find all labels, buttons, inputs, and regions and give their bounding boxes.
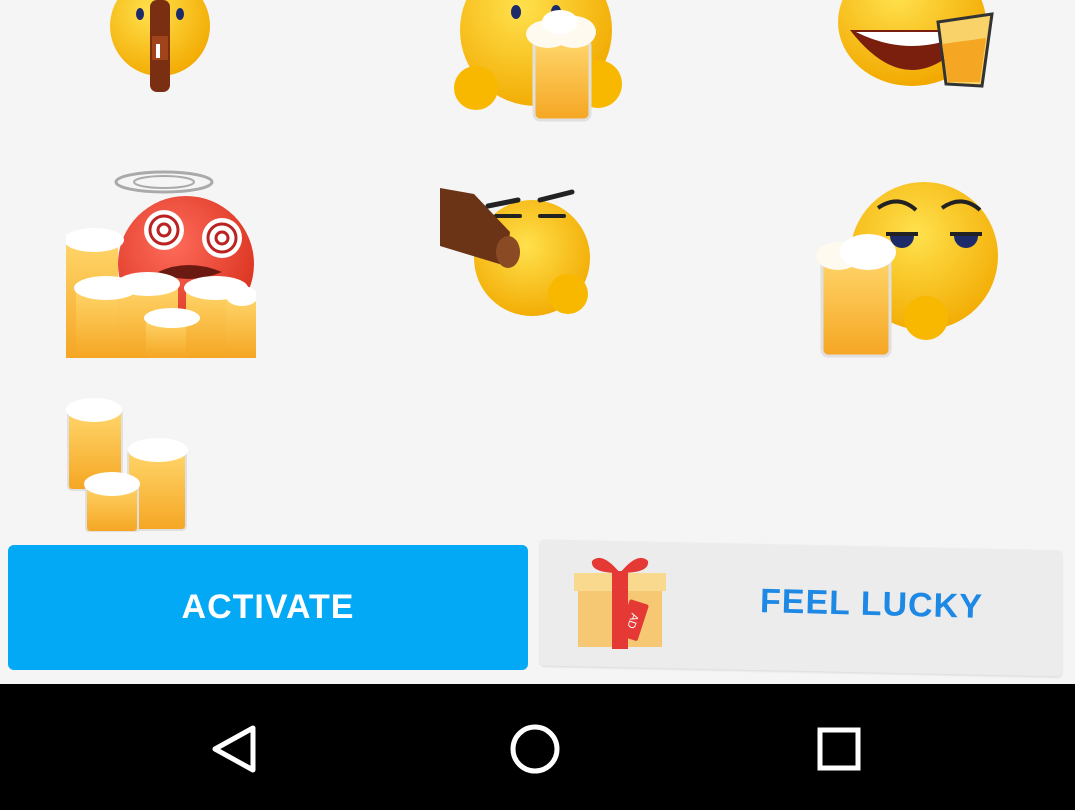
sticker-foam-mouth-beer-emoji[interactable] xyxy=(448,0,628,126)
recents-button[interactable] xyxy=(809,719,869,779)
back-button[interactable] xyxy=(204,719,264,779)
android-navbar xyxy=(0,684,1075,810)
activate-button-label: ACTIVATE xyxy=(181,588,355,626)
sticker-dizzy-beers-emoji[interactable] xyxy=(64,168,258,358)
activate-button[interactable]: ACTIVATE xyxy=(8,545,528,670)
action-bar: ACTIVATE AD FEEL LUCKY xyxy=(0,539,1075,684)
sticker-beer-mugs-pile[interactable] xyxy=(66,398,192,533)
recents-square-icon xyxy=(817,727,861,771)
feel-lucky-button[interactable]: AD FEEL LUCKY xyxy=(540,539,1062,677)
home-circle-icon xyxy=(510,724,560,774)
sticker-chugging-bottle-emoji[interactable] xyxy=(440,182,590,318)
back-triangle-icon xyxy=(212,725,256,773)
feel-lucky-label: FEEL LUCKY xyxy=(759,582,984,626)
sticker-grid xyxy=(0,0,1075,540)
sticker-relaxed-beer-emoji[interactable] xyxy=(816,182,1000,358)
gift-icon: AD xyxy=(574,557,666,649)
home-button[interactable] xyxy=(505,719,565,779)
sticker-beer-bottle-emoji[interactable] xyxy=(108,0,214,96)
sticker-laughing-beer-emoji[interactable] xyxy=(834,0,996,92)
